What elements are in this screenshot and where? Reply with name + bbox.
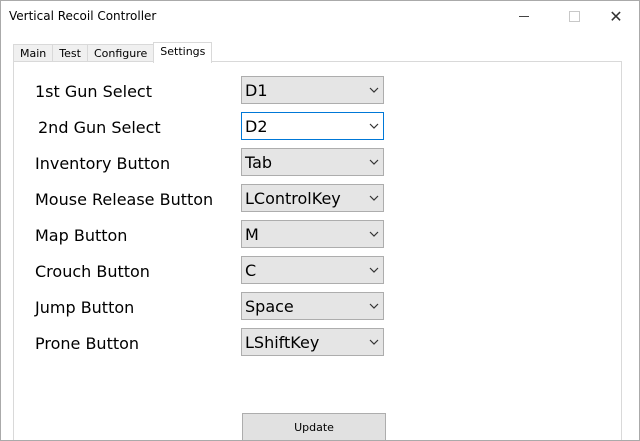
- mouse-release-button-label: Mouse Release Button: [35, 190, 214, 209]
- jump-button-label: Jump Button: [35, 298, 135, 317]
- combo-value: LShiftKey: [245, 333, 320, 352]
- tab-settings[interactable]: Settings: [153, 42, 213, 63]
- tab-configure[interactable]: Configure: [86, 44, 155, 62]
- window-title: Vertical Recoil Controller: [9, 9, 157, 23]
- chevron-down-icon: [369, 339, 379, 345]
- minimize-icon: [519, 15, 529, 17]
- chevron-down-icon: [369, 123, 379, 129]
- close-button[interactable]: ✕: [593, 1, 639, 31]
- combo-value: LControlKey: [245, 189, 341, 208]
- combo-value: D2: [245, 117, 268, 136]
- first-gun-select-combo[interactable]: D1: [241, 76, 384, 104]
- app-window: Vertical Recoil Controller ✕ Main Test C…: [0, 0, 640, 441]
- combo-value: M: [245, 225, 259, 244]
- prone-button-label: Prone Button: [35, 334, 140, 353]
- tab-strip: Main Test Configure Settings: [13, 42, 213, 63]
- second-gun-select-label: 2nd Gun Select: [38, 118, 161, 137]
- crouch-button-label: Crouch Button: [35, 262, 150, 281]
- client-area: Main Test Configure Settings 1st Gun Sel…: [1, 31, 639, 440]
- inventory-button-combo[interactable]: Tab: [241, 148, 384, 176]
- tab-main[interactable]: Main: [13, 44, 54, 62]
- combo-value: Tab: [245, 153, 273, 172]
- inventory-button-label: Inventory Button: [35, 154, 171, 173]
- settings-panel: 1st Gun Select D1 2nd Gun Select D2 Inve…: [13, 61, 622, 440]
- close-icon: ✕: [609, 6, 623, 26]
- chevron-down-icon: [369, 231, 379, 237]
- jump-button-combo[interactable]: Space: [241, 292, 384, 320]
- combo-value: Space: [245, 297, 294, 316]
- chevron-down-icon: [369, 195, 379, 201]
- combo-value: C: [245, 261, 257, 280]
- combo-value: D1: [245, 81, 268, 100]
- tab-test[interactable]: Test: [52, 44, 88, 62]
- minimize-button[interactable]: [501, 1, 547, 31]
- crouch-button-combo[interactable]: C: [241, 256, 384, 284]
- maximize-icon: [568, 10, 580, 22]
- mouse-release-button-combo[interactable]: LControlKey: [241, 184, 384, 212]
- maximize-button[interactable]: [551, 1, 597, 31]
- title-bar[interactable]: Vertical Recoil Controller ✕: [1, 1, 639, 31]
- update-button[interactable]: Update: [242, 413, 386, 440]
- chevron-down-icon: [369, 159, 379, 165]
- chevron-down-icon: [369, 303, 379, 309]
- second-gun-select-combo[interactable]: D2: [241, 112, 384, 140]
- first-gun-select-label: 1st Gun Select: [35, 82, 152, 101]
- prone-button-combo[interactable]: LShiftKey: [241, 328, 384, 356]
- map-button-label: Map Button: [35, 226, 128, 245]
- chevron-down-icon: [369, 267, 379, 273]
- chevron-down-icon: [369, 87, 379, 93]
- map-button-combo[interactable]: M: [241, 220, 384, 248]
